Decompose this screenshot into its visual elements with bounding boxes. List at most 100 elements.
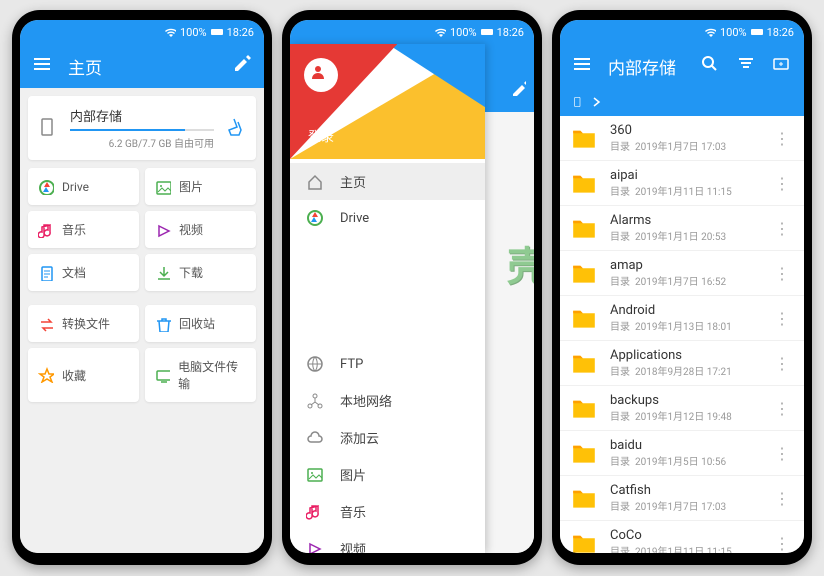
drive-icon [38,179,54,195]
tile-label: 视频 [179,221,203,238]
tile-video[interactable]: 视频 [145,211,256,248]
drawer-item-image[interactable]: 图片 [290,456,485,493]
edit-icon[interactable] [232,54,252,78]
download-icon [155,265,171,281]
tile-pc[interactable]: 电脑文件传输 [145,348,256,402]
wifi-icon [164,26,176,38]
more-icon[interactable]: ⋮ [770,219,794,238]
file-name: backups [610,393,758,408]
tile-music[interactable]: 音乐 [28,211,139,248]
breadcrumb[interactable] [560,88,804,116]
file-name: Alarms [610,213,758,228]
drawer-item-drive[interactable]: Drive [290,200,485,236]
file-row[interactable]: backups目录 2019年1月12日 19:48 ⋮ [560,386,804,431]
file-row[interactable]: Alarms目录 2019年1月1日 20:53⋮ [560,206,804,251]
more-icon[interactable]: ⋮ [770,489,794,508]
battery-icon [751,26,763,38]
file-name: Applications [610,348,758,363]
file-row[interactable]: amap目录 2019年1月7日 16:52 ⋮ [560,251,804,296]
tile-label: 音乐 [62,221,86,238]
file-row[interactable]: Applications目录 2018年9月28日 17:21⋮ [560,341,804,386]
video-icon [155,222,171,238]
folder-icon [570,531,598,553]
app-bar: 内部存储 [560,44,804,88]
more-icon[interactable]: ⋮ [770,444,794,463]
page-title: 内部存储 [608,54,684,79]
file-row[interactable]: Catfish目录 2019年1月7日 17:03 ⋮ [560,476,804,521]
file-name: CoCo [610,528,758,543]
more-icon[interactable]: ⋮ [770,399,794,418]
phone-icon [572,96,584,108]
tile-download[interactable]: 下载 [145,254,256,291]
status-bar: 100% 18:26 [560,20,804,44]
file-row[interactable]: 360目录 2019年1月7日 17:03⋮ [560,116,804,161]
drawer-item-label: 添加云 [340,428,379,447]
tile-doc[interactable]: 文档 [28,254,139,291]
battery-pct: 100% [180,26,207,39]
search-icon[interactable] [700,54,720,78]
file-meta: 目录 2019年1月12日 19:48 [610,408,758,423]
file-name: baidu [610,438,758,453]
clean-icon[interactable] [224,117,246,139]
tile-drive[interactable]: Drive [28,168,139,205]
file-row[interactable]: Android目录 2019年1月13日 18:01⋮ [560,296,804,341]
battery-icon [211,26,223,38]
edit-icon [510,80,526,96]
drawer-item-label: 图片 [340,465,366,484]
more-icon[interactable]: ⋮ [770,174,794,193]
tile-label: 转换文件 [62,315,110,332]
drawer-item-network[interactable]: 本地网络 [290,382,485,419]
file-row[interactable]: baidu目录 2019年1月5日 10:56⋮ [560,431,804,476]
login-label[interactable]: 登录 [308,126,334,145]
drawer-item-label: 本地网络 [340,391,392,410]
file-meta: 目录 2019年1月13日 18:01 [610,318,758,333]
wifi-icon [434,26,446,38]
app-bar: 主页 [20,44,264,88]
globe-icon [306,355,324,373]
drawer-item-video[interactable]: 视频 [290,530,485,553]
file-row[interactable]: aipai目录 2019年1月11日 11:15 ⋮ [560,161,804,206]
tile-trash[interactable]: 回收站 [145,305,256,342]
file-name: amap [610,258,758,273]
avatar-icon [304,58,338,92]
menu-icon[interactable] [32,54,52,78]
file-meta: 目录 2019年1月7日 17:03 [610,498,758,513]
more-icon[interactable]: ⋮ [770,534,794,553]
file-name: Catfish [610,483,758,498]
file-meta: 目录 2019年1月7日 16:52 [610,273,758,288]
tile-label: 下载 [179,264,203,281]
folder-icon [570,396,598,420]
doc-icon [38,265,54,281]
file-row[interactable]: CoCo目录 2019年1月11日 11:15⋮ [560,521,804,553]
drawer-header[interactable]: 登录 [290,44,485,159]
drawer-item-music[interactable]: 音乐 [290,493,485,530]
storage-bar [70,129,214,131]
folder-icon [570,216,598,240]
drawer-item-label: 视频 [340,539,366,553]
drawer-item-cloud[interactable]: 添加云 [290,419,485,456]
watermark: 壳 [507,234,534,292]
network-icon [306,392,324,410]
drawer-item-label: Drive [340,211,369,226]
tile-star[interactable]: 收藏 [28,348,139,402]
more-icon[interactable]: ⋮ [770,309,794,328]
more-icon[interactable]: ⋮ [770,354,794,373]
folder-icon [570,441,598,465]
storage-capacity: 6.2 GB/7.7 GB 自由可用 [70,135,214,150]
sort-icon[interactable] [736,54,756,78]
storage-card[interactable]: 内部存储 6.2 GB/7.7 GB 自由可用 [28,96,256,160]
tile-label: 收藏 [62,367,86,384]
file-name: aipai [610,168,758,183]
tile-label: 回收站 [179,315,215,332]
more-icon[interactable]: ⋮ [770,264,794,283]
file-meta: 目录 2019年1月11日 11:15 [610,183,758,198]
more-icon[interactable]: ⋮ [770,129,794,148]
tile-label: 图片 [179,178,203,195]
phone-icon [38,117,60,139]
new-folder-icon[interactable] [772,54,792,78]
drawer-item-home[interactable]: 主页 [290,163,485,200]
tile-image[interactable]: 图片 [145,168,256,205]
tile-transfer[interactable]: 转换文件 [28,305,139,342]
drawer-item-globe[interactable]: FTP [290,346,485,382]
menu-icon[interactable] [572,54,592,78]
